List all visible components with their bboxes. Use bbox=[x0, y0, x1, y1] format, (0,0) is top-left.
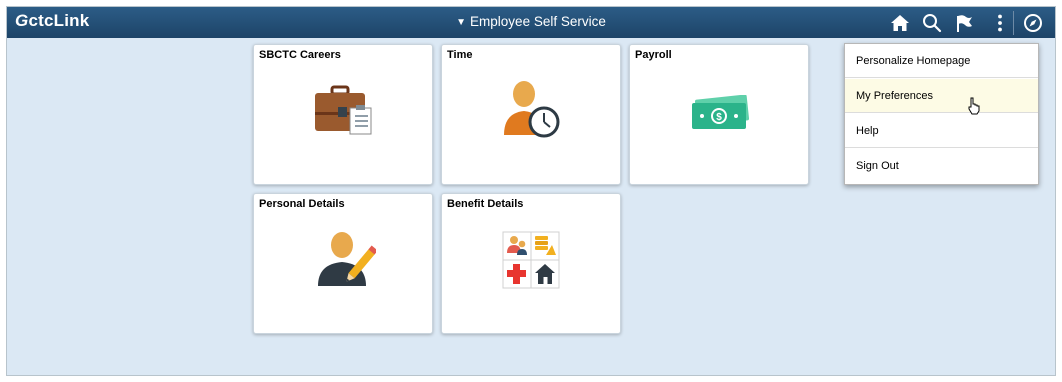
menu-item-help[interactable]: Help bbox=[845, 114, 1038, 148]
tile-title: Personal Details bbox=[259, 198, 345, 210]
tile-sbctc-careers[interactable]: SBCTC Careers bbox=[253, 44, 433, 185]
menu-item-personalize-homepage[interactable]: Personalize Homepage bbox=[845, 44, 1038, 78]
caret-down-icon: ▼ bbox=[456, 17, 467, 28]
actions-menu: Personalize Homepage My Preferences Help… bbox=[844, 43, 1039, 185]
benefits-grid-icon bbox=[502, 231, 560, 289]
tile-personal-details[interactable]: Personal Details bbox=[253, 193, 433, 334]
person-pencil-icon bbox=[318, 232, 376, 286]
tile-payroll[interactable]: Payroll $ bbox=[629, 44, 809, 185]
homepage-title-text: Employee Self Service bbox=[470, 14, 606, 29]
tile-title: SBCTC Careers bbox=[259, 49, 341, 61]
navbar-compass-icon[interactable] bbox=[1022, 12, 1044, 34]
more-actions-icon[interactable] bbox=[989, 12, 1011, 34]
menu-item-my-preferences[interactable]: My Preferences bbox=[845, 79, 1038, 113]
flag-icon[interactable] bbox=[953, 12, 975, 34]
toolbar-divider bbox=[1013, 11, 1014, 35]
tile-title: Payroll bbox=[635, 49, 672, 61]
money-icon: $ bbox=[692, 95, 750, 129]
tile-benefit-details[interactable]: Benefit Details bbox=[441, 193, 621, 334]
menu-item-sign-out[interactable]: Sign Out bbox=[845, 149, 1038, 183]
pointer-hand-icon bbox=[968, 97, 980, 115]
app-frame: GctcLink ▼ Employee Self Service SBCTC Ca… bbox=[6, 6, 1056, 376]
person-clock-icon bbox=[504, 81, 560, 138]
tile-title: Benefit Details bbox=[447, 198, 524, 210]
top-navigation-bar: GctcLink ▼ Employee Self Service bbox=[7, 7, 1055, 38]
search-icon[interactable] bbox=[921, 12, 943, 34]
home-icon[interactable] bbox=[889, 12, 911, 34]
tile-time[interactable]: Time bbox=[441, 44, 621, 185]
briefcase-icon bbox=[315, 85, 372, 135]
svg-text:$: $ bbox=[716, 112, 722, 123]
tile-title: Time bbox=[447, 49, 473, 61]
